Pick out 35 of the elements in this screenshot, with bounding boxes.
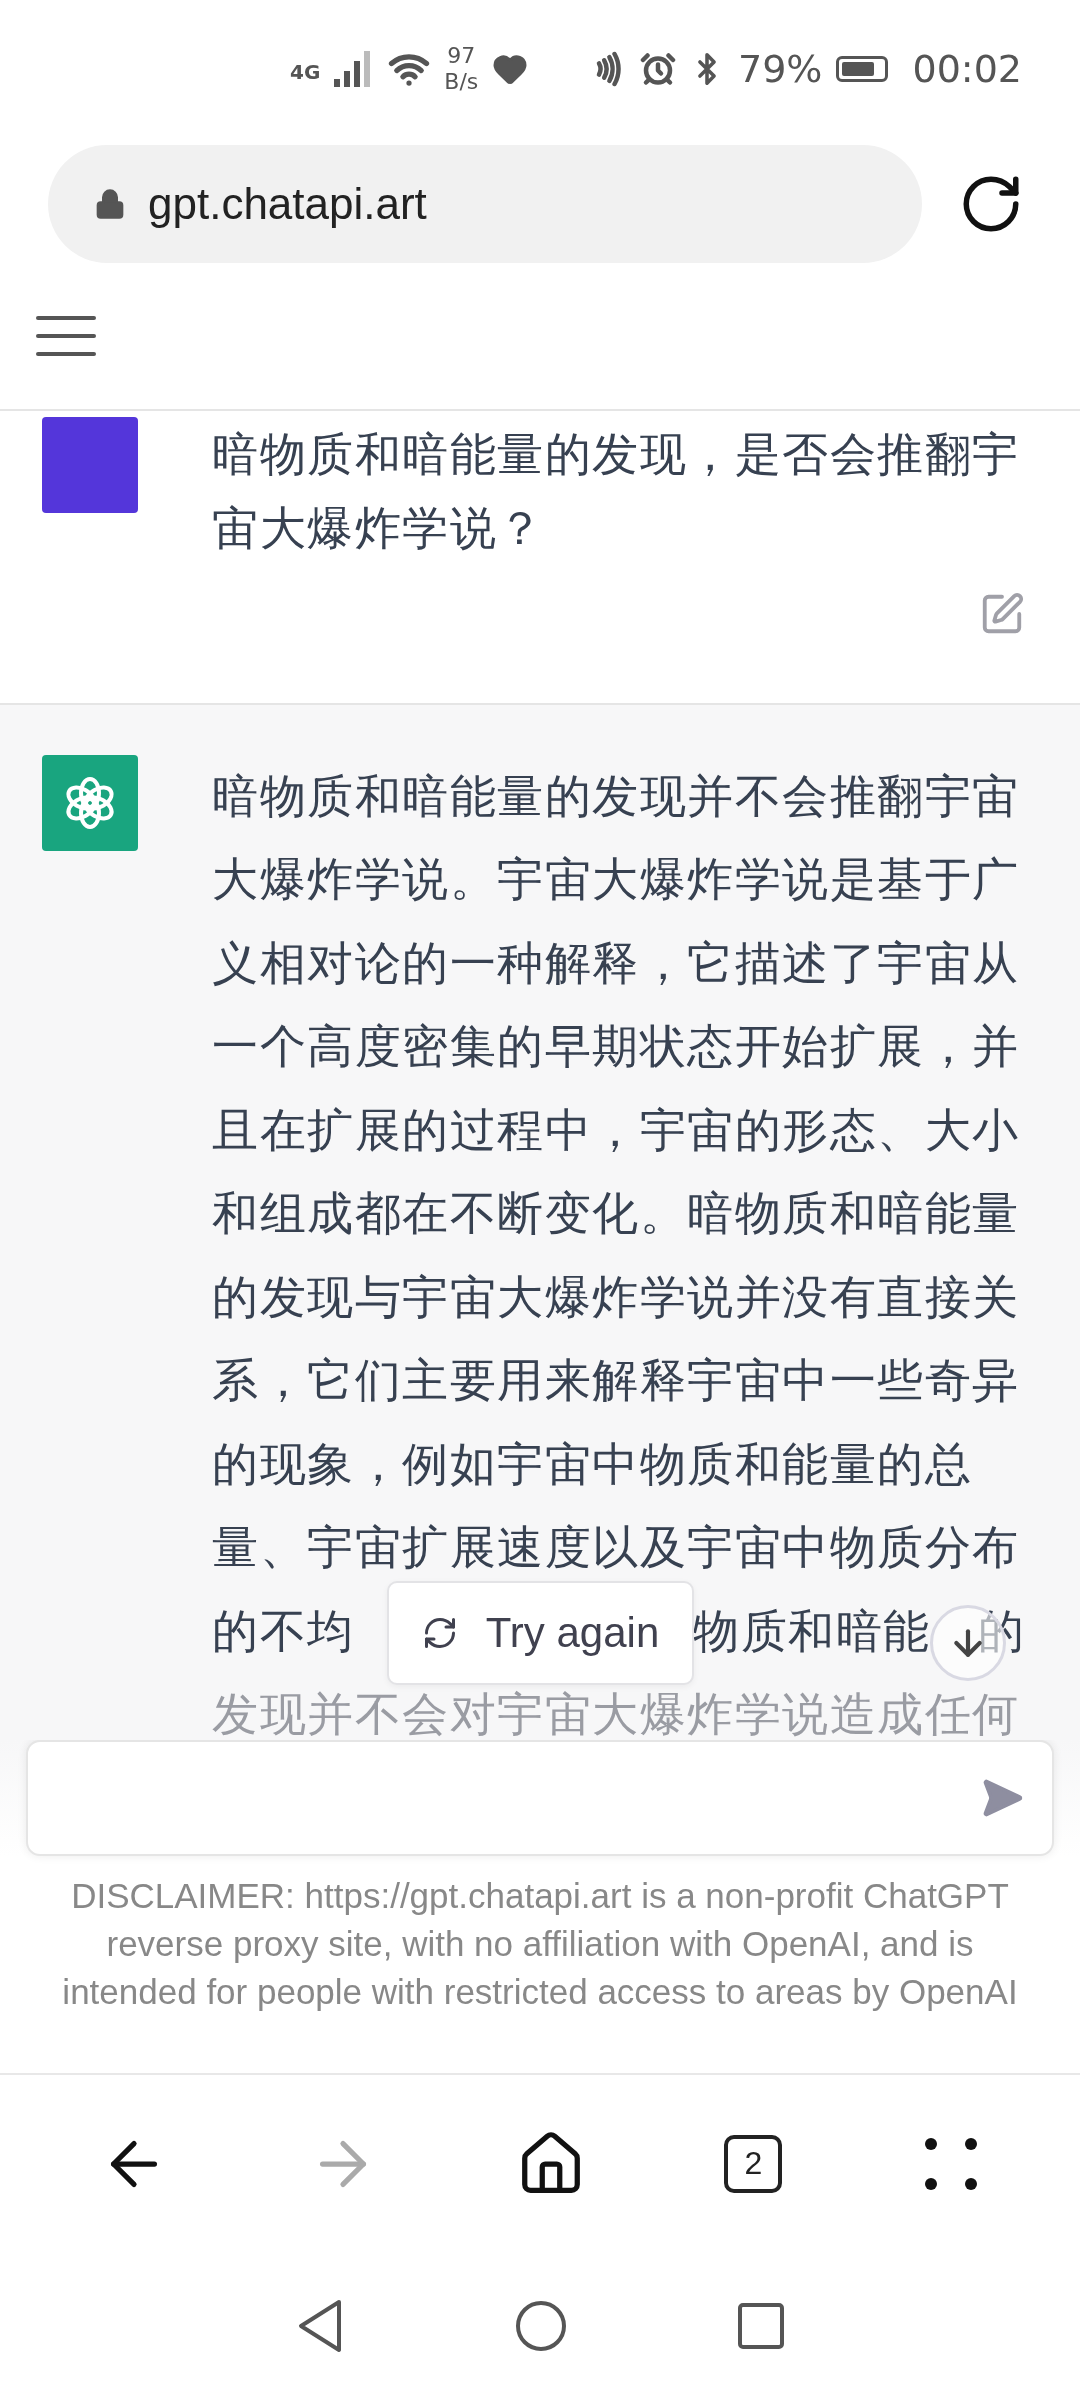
- message-text: 且在扩展的过程中，宇宙的形态、大小: [212, 1101, 1021, 1159]
- try-again-button[interactable]: Try again: [387, 1580, 694, 1685]
- message-text: 和组成都在不断变化。暗物质和暗能量: [212, 1185, 1021, 1243]
- clock-time: 00:02: [912, 46, 1022, 91]
- disclaimer-text: DISCLAIMER: https://gpt.chatapi.art is a non-profit ChatGPT reverse proxy site, with no affiliation with OpenAI, and is intended for people with restricted access to areas by OpenAI: [0, 1856, 1080, 2075]
- message-text: 宙大爆炸学说？: [212, 499, 546, 557]
- menu-button[interactable]: [36, 315, 96, 356]
- square-icon: [737, 2302, 785, 2351]
- message-text: 的发现与宇宙大爆炸学说并没有直接关: [212, 1268, 1021, 1326]
- alarm-icon: [640, 50, 676, 87]
- battery-percent: 79%: [738, 46, 823, 91]
- message-text: 系，它们主要用来解释宇宙中一些奇异: [212, 1352, 1021, 1410]
- message-text: 大爆炸学说。宇宙大爆炸学说是基于广: [212, 851, 1021, 909]
- recents-nav-button[interactable]: [737, 2302, 785, 2351]
- lock-icon: [94, 188, 126, 221]
- address-bar[interactable]: gpt.chatapi.art: [48, 145, 922, 264]
- message-text: 的: [977, 1602, 1025, 1660]
- message-text: 物质和暗能: [693, 1602, 931, 1660]
- home-nav-button[interactable]: [515, 2300, 567, 2353]
- message-text: 一个高度密集的早期状态开始扩展，并: [212, 1018, 1021, 1076]
- tabs-button[interactable]: 2: [724, 2134, 783, 2193]
- message-text: 量、宇宙扩展速度以及宇宙中物质分布: [212, 1519, 1021, 1577]
- message-input[interactable]: [26, 1740, 1054, 1857]
- message-text: 暗物质和暗能量的发现，是否会推翻宇: [212, 425, 1021, 483]
- message-text: 的不均: [212, 1602, 355, 1660]
- circle-icon: [515, 2300, 567, 2353]
- url-text: gpt.chatapi.art: [148, 179, 427, 230]
- battery-icon: [836, 55, 889, 82]
- message-text: 发现并不会对宇宙大爆炸学说造成任何: [212, 1686, 1021, 1741]
- message-text: 的现象，例如宇宙中物质和能量的总: [212, 1435, 973, 1493]
- speed-unit: B/s: [444, 68, 479, 95]
- network-type: 4G: [290, 60, 321, 84]
- message-text: 暗物质和暗能量的发现并不会推翻宇宙: [212, 767, 1021, 825]
- message-text: 义相对论的一种解释，它描述了宇宙从: [212, 934, 1021, 992]
- speed-value: 97: [447, 42, 476, 69]
